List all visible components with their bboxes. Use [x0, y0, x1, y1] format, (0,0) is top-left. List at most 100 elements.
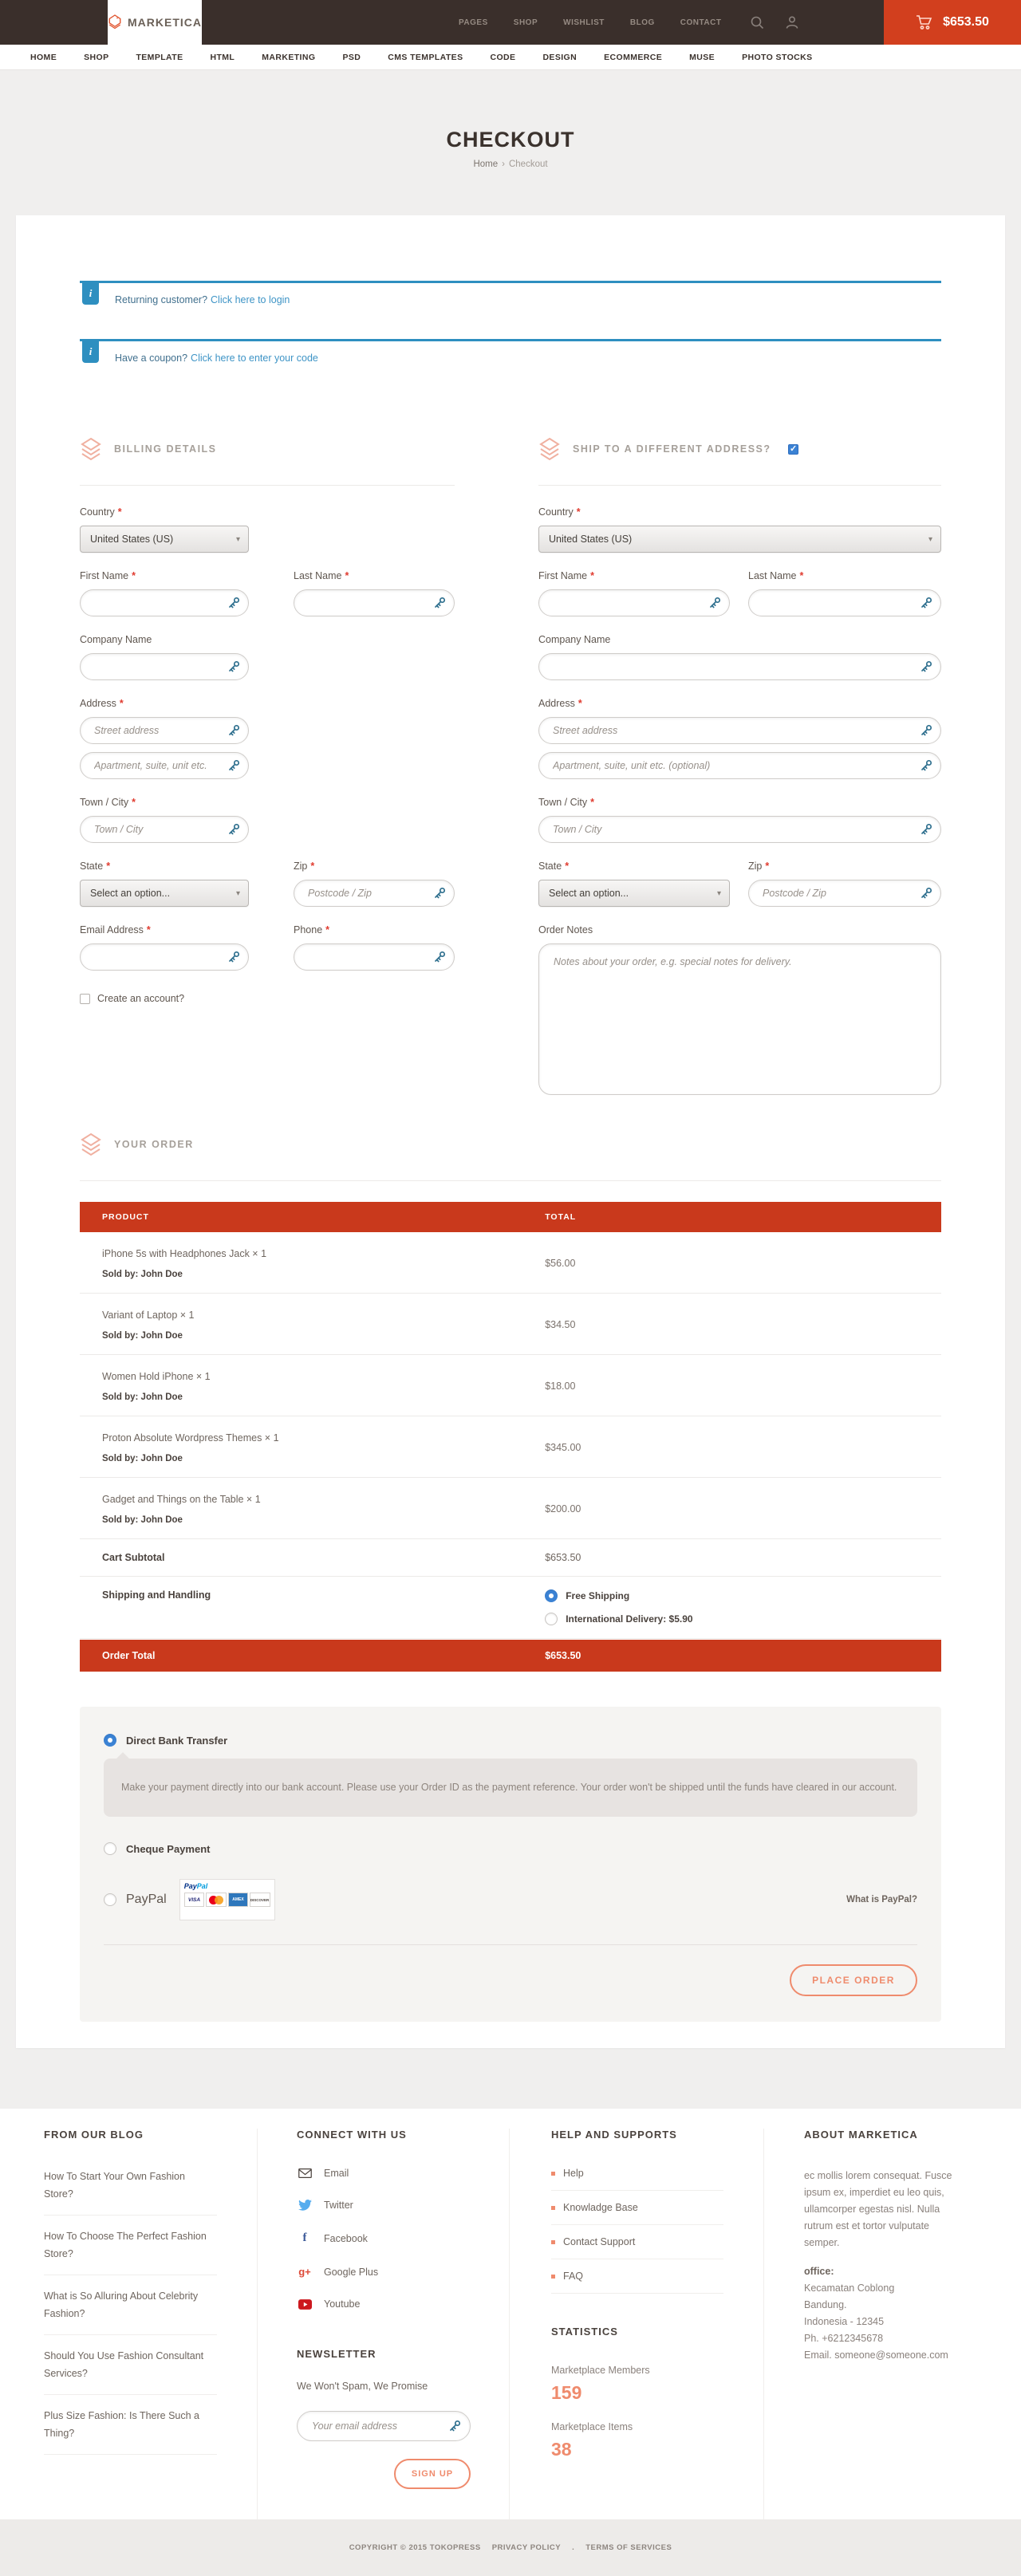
place-order-button[interactable]: PLACE ORDER	[790, 1964, 917, 1996]
billing-apartment-input[interactable]	[80, 752, 249, 779]
shipping-option-free[interactable]: Free Shipping	[545, 1589, 941, 1602]
shipping-option-international[interactable]: International Delivery: $5.90	[545, 1613, 941, 1625]
top-nav-wishlist[interactable]: WISHLIST	[563, 18, 605, 27]
billing-town-input[interactable]	[80, 816, 249, 843]
shipping-country-select[interactable]: United States (US)▾	[538, 526, 941, 553]
key-icon	[433, 597, 446, 609]
login-notice: i Returning customer?Click here to login	[80, 281, 941, 315]
address-line: Bandung.	[804, 2297, 965, 2314]
cart-subtotal-row: Cart Subtotal $653.50	[80, 1539, 941, 1577]
menu-item-cms-templates[interactable]: CMS TEMPLATES	[388, 53, 463, 62]
blog-link[interactable]: Plus Size Fashion: Is There Such a Thing…	[44, 2407, 217, 2455]
blog-link[interactable]: Should You Use Fashion Consultant Servic…	[44, 2347, 217, 2395]
radio-selected-icon[interactable]	[545, 1589, 558, 1602]
billing-last-name-label: Last Name*	[294, 570, 455, 582]
product-name: iPhone 5s with Headphones Jack × 1	[102, 1248, 545, 1259]
coupon-link[interactable]: Click here to enter your code	[191, 353, 318, 364]
menu-item-marketing[interactable]: MARKETING	[262, 53, 315, 62]
order-row: Proton Absolute Wordpress Themes × 1Sold…	[80, 1416, 941, 1478]
radio-icon[interactable]	[104, 1893, 116, 1906]
billing-phone-input[interactable]	[294, 943, 455, 971]
billing-last-name-input[interactable]	[294, 589, 455, 616]
help-link[interactable]: Help	[551, 2168, 723, 2191]
payment-method-bank[interactable]: Direct Bank Transfer	[104, 1734, 917, 1747]
payment-method-paypal[interactable]: PayPal PayPal VISA AMEX DISCOVER What is…	[104, 1879, 917, 1920]
top-nav-blog[interactable]: BLOG	[630, 18, 655, 27]
radio-selected-icon[interactable]	[104, 1734, 116, 1747]
help-link[interactable]: FAQ	[551, 2271, 723, 2294]
billing-zip-input[interactable]	[294, 880, 455, 907]
help-link[interactable]: Contact Support	[551, 2236, 723, 2259]
radio-icon[interactable]	[104, 1842, 116, 1855]
billing-email-label: Email Address*	[80, 924, 249, 936]
shipping-options: Free Shipping International Delivery: $5…	[545, 1589, 941, 1625]
menu-item-ecommerce[interactable]: ECOMMERCE	[604, 53, 662, 62]
menu-item-muse[interactable]: MUSE	[689, 53, 715, 62]
social-link-email[interactable]: Email	[297, 2168, 473, 2179]
menu-item-design[interactable]: DESIGN	[542, 53, 577, 62]
billing-email-input[interactable]	[80, 943, 249, 971]
menu-item-template[interactable]: TEMPLATE	[136, 53, 183, 62]
user-icon[interactable]	[785, 15, 799, 30]
shipping-last-name-input[interactable]	[748, 589, 941, 616]
billing-state-select[interactable]: Select an option...▾	[80, 880, 249, 907]
top-nav-contact[interactable]: CONTACT	[680, 18, 722, 27]
youtube-icon	[297, 2299, 313, 2310]
ship-different-checkbox[interactable]	[788, 444, 798, 455]
logo[interactable]: MARKETICA	[108, 0, 202, 45]
shipping-first-name-input[interactable]	[538, 589, 730, 616]
blog-link[interactable]: What is So Alluring About Celebrity Fash…	[44, 2287, 217, 2335]
menu-item-home[interactable]: HOME	[30, 53, 57, 62]
menu-item-photo-stocks[interactable]: PHOTO STOCKS	[742, 53, 812, 62]
radio-icon[interactable]	[545, 1613, 558, 1625]
order-notes-textarea[interactable]	[538, 943, 941, 1095]
social-link-facebook[interactable]: f Facebook	[297, 2231, 473, 2245]
login-link[interactable]: Click here to login	[211, 294, 290, 305]
terms-link[interactable]: TERMS OF SERVICES	[585, 2543, 672, 2552]
cart-button[interactable]: $653.50	[884, 0, 1021, 45]
billing-country-select[interactable]: United States (US)▾	[80, 526, 249, 553]
category-nav: HOME SHOP TEMPLATE HTML MARKETING PSD CM…	[0, 45, 1021, 70]
social-link-googleplus[interactable]: g+ Google Plus	[297, 2266, 473, 2278]
social-link-youtube[interactable]: Youtube	[297, 2298, 473, 2310]
shipping-street-input[interactable]	[538, 717, 941, 744]
shipping-town-input[interactable]	[538, 816, 941, 843]
mastercard-badge	[206, 1893, 227, 1907]
blog-link[interactable]: How To Choose The Perfect Fashion Store?	[44, 2227, 217, 2275]
shipping-apartment-input[interactable]	[538, 752, 941, 779]
menu-item-shop[interactable]: SHOP	[84, 53, 108, 62]
what-is-paypal-link[interactable]: What is PayPal?	[846, 1895, 917, 1904]
shipping-section: SHIP TO A DIFFERENT ADDRESS? Country* Un…	[538, 435, 941, 1117]
create-account-checkbox[interactable]	[80, 994, 90, 1004]
order-table-header: PRODUCT TOTAL	[80, 1202, 941, 1232]
top-nav-shop[interactable]: SHOP	[514, 18, 538, 27]
shipping-company-input[interactable]	[538, 653, 941, 680]
shipping-company-label: Company Name	[538, 634, 941, 646]
signup-button[interactable]: SIGN UP	[394, 2459, 471, 2489]
menu-item-html[interactable]: HTML	[210, 53, 235, 62]
menu-item-psd[interactable]: PSD	[342, 53, 361, 62]
key-icon	[708, 597, 721, 609]
payment-method-cheque[interactable]: Cheque Payment	[104, 1842, 917, 1855]
cart-subtotal-value: $653.50	[545, 1552, 941, 1563]
billing-street-input[interactable]	[80, 717, 249, 744]
top-nav-pages[interactable]: PAGES	[459, 18, 488, 27]
help-link[interactable]: Knowladge Base	[551, 2202, 723, 2225]
shipping-state-select[interactable]: Select an option...▾	[538, 880, 730, 907]
search-icon[interactable]	[750, 15, 764, 30]
top-nav: PAGES SHOP WISHLIST BLOG CONTACT	[459, 18, 721, 27]
breadcrumb-home[interactable]: Home	[473, 160, 498, 169]
product-total: $34.50	[545, 1310, 941, 1341]
shipping-zip-input[interactable]	[748, 880, 941, 907]
page-header: CHECKOUT Home›Checkout	[0, 70, 1021, 215]
newsletter-email-input[interactable]	[297, 2411, 471, 2441]
shipping-zip-label: Zip*	[748, 861, 941, 872]
billing-first-name-input[interactable]	[80, 589, 249, 616]
menu-item-code[interactable]: CODE	[491, 53, 516, 62]
order-total-label: Order Total	[80, 1650, 545, 1661]
social-link-twitter[interactable]: Twitter	[297, 2200, 473, 2211]
blog-link[interactable]: How To Start Your Own Fashion Store?	[44, 2168, 217, 2216]
privacy-policy-link[interactable]: PRIVACY POLICY	[492, 2543, 561, 2552]
billing-company-input[interactable]	[80, 653, 249, 680]
twitter-icon	[297, 2200, 313, 2211]
